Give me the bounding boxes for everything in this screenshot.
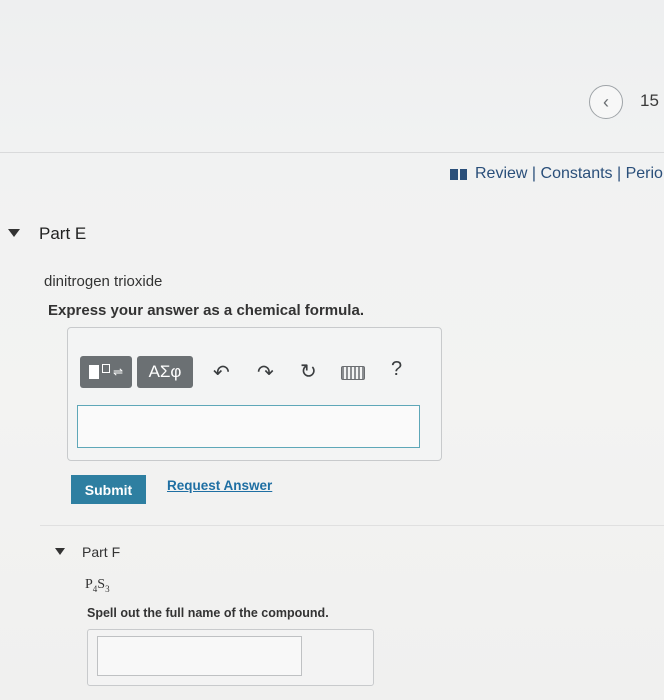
help-button[interactable]: ? — [391, 358, 402, 381]
previous-button[interactable]: ‹ — [589, 85, 623, 119]
instruction-text: Express your answer as a chemical formul… — [48, 302, 364, 319]
redo-icon[interactable]: ↷ — [257, 363, 274, 383]
keyboard-icon[interactable] — [341, 366, 365, 380]
undo-icon[interactable]: ↶ — [213, 363, 230, 383]
equilibrium-arrow-icon: ⇌ — [112, 365, 124, 379]
template-box-icon — [101, 363, 110, 373]
greek-symbols-button[interactable]: ΑΣφ — [137, 356, 193, 388]
page-number: 15 — [640, 91, 659, 110]
submit-button[interactable]: Submit — [71, 475, 146, 504]
formula-s-sub: 3 — [105, 583, 110, 594]
instruction-text: Spell out the full name of the compound. — [87, 606, 329, 620]
divider — [0, 152, 664, 153]
question-text: dinitrogen trioxide — [44, 273, 163, 290]
request-answer-link[interactable]: Request Answer — [167, 478, 272, 493]
resources-text[interactable]: Review | Constants | Perio — [475, 165, 663, 183]
part-e-title[interactable]: Part E — [39, 224, 86, 244]
book-icon — [450, 168, 467, 180]
collapse-caret-icon[interactable] — [55, 548, 65, 555]
template-icon — [88, 365, 99, 379]
reset-icon[interactable]: ↻ — [300, 362, 317, 382]
chevron-left-icon: ‹ — [603, 91, 609, 112]
resources-links[interactable]: Review | Constants | Perio — [450, 165, 663, 183]
collapse-caret-icon[interactable] — [8, 229, 20, 237]
answer-input[interactable] — [77, 405, 420, 448]
formula-p: P — [85, 577, 93, 592]
formula-s: S — [97, 577, 106, 592]
chemical-formula: P4S3 — [85, 577, 110, 594]
divider — [40, 525, 664, 526]
answer-input[interactable] — [97, 636, 302, 676]
template-button[interactable]: ⇌ — [80, 356, 132, 388]
part-f-title[interactable]: Part F — [82, 544, 120, 560]
math-toolbar: ⇌ ΑΣφ — [80, 356, 193, 388]
